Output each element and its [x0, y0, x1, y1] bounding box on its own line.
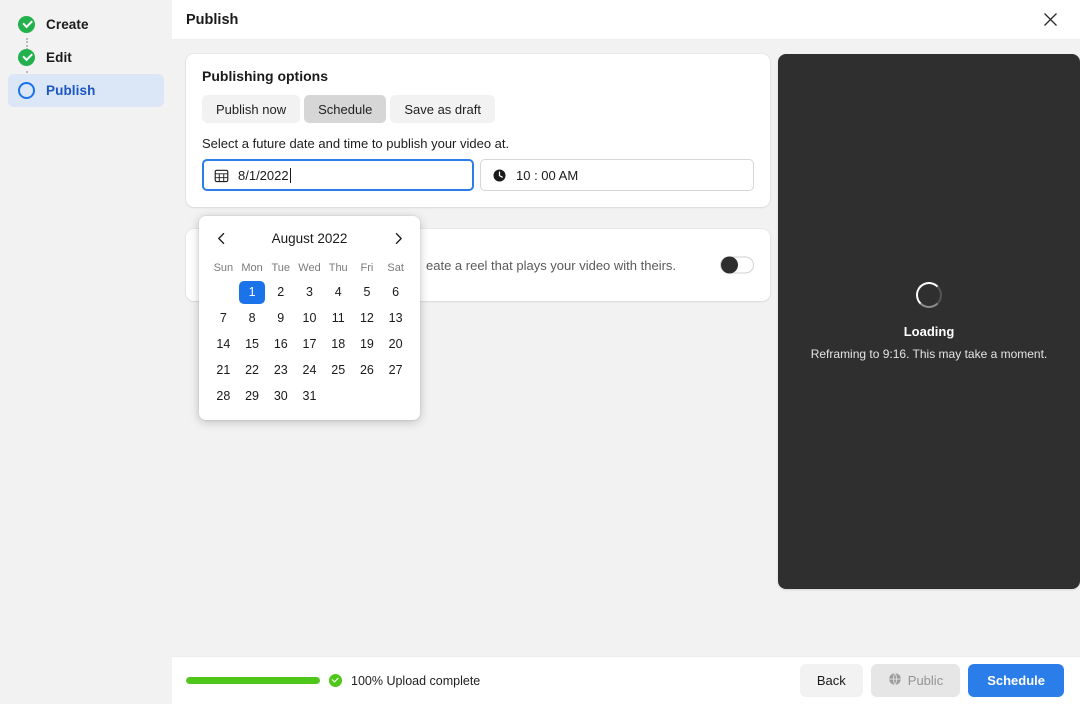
- calendar-weekday: Mon: [238, 258, 267, 278]
- video-preview: Loading Reframing to 9:16. This may take…: [778, 54, 1080, 589]
- date-value: 8/1/2022: [238, 168, 289, 183]
- loading-spinner-icon: [916, 282, 942, 308]
- date-picker-popup: August 2022 SunMonTueWedThuFriSat1234567…: [199, 216, 420, 420]
- check-circle-icon: [329, 674, 342, 687]
- calendar-day[interactable]: 11: [325, 307, 352, 330]
- sidebar-item-edit[interactable]: Edit: [8, 41, 164, 74]
- dialog-titlebar: Publish: [172, 0, 1080, 40]
- publish-dialog: Create Edit Publish Publish: [0, 0, 1080, 704]
- calendar-day[interactable]: 20: [382, 333, 409, 356]
- calendar-month-label: August 2022: [272, 231, 348, 246]
- chevron-left-icon[interactable]: [209, 226, 233, 250]
- upload-status-text: 100% Upload complete: [351, 674, 480, 688]
- calendar-day[interactable]: 27: [382, 359, 409, 382]
- calendar-day[interactable]: 14: [210, 333, 237, 356]
- calendar-day[interactable]: 30: [267, 385, 294, 408]
- calendar-day[interactable]: 2: [267, 281, 294, 304]
- upload-progress: 100% Upload complete: [186, 674, 480, 688]
- datetime-fields: 8/1/2022: [202, 159, 754, 191]
- publishing-options-card: Publishing options Publish now Schedule …: [186, 54, 770, 207]
- time-value: 10 : 00 AM: [516, 168, 578, 183]
- calendar-weekday: Sun: [209, 258, 238, 278]
- text-caret: [290, 168, 291, 183]
- toggle-knob: [721, 257, 738, 274]
- calendar-day[interactable]: 26: [354, 359, 381, 382]
- dialog-footer: 100% Upload complete Back Public Schedul…: [172, 656, 1080, 704]
- calendar-day[interactable]: 7: [210, 307, 237, 330]
- calendar-grid: SunMonTueWedThuFriSat1234567891011121314…: [209, 258, 410, 408]
- calendar-day[interactable]: 15: [239, 333, 266, 356]
- schedule-button[interactable]: Schedule: [304, 95, 386, 123]
- save-as-draft-button[interactable]: Save as draft: [390, 95, 495, 123]
- calendar-day[interactable]: 12: [354, 307, 381, 330]
- card-title: Publishing options: [202, 68, 754, 84]
- calendar-day[interactable]: 31: [296, 385, 323, 408]
- schedule-hint: Select a future date and time to publish…: [202, 136, 754, 151]
- calendar-day[interactable]: 25: [325, 359, 352, 382]
- reel-toggle[interactable]: [720, 257, 754, 274]
- calendar-day[interactable]: 18: [325, 333, 352, 356]
- calendar-day[interactable]: 3: [296, 281, 323, 304]
- visibility-label: Public: [908, 673, 943, 688]
- page-title: Publish: [186, 12, 238, 28]
- calendar-day[interactable]: 19: [354, 333, 381, 356]
- calendar-day[interactable]: 16: [267, 333, 294, 356]
- steps-sidebar: Create Edit Publish: [0, 0, 172, 704]
- calendar-day[interactable]: 8: [239, 307, 266, 330]
- visibility-button[interactable]: Public: [871, 664, 960, 697]
- loading-title: Loading: [904, 324, 955, 339]
- check-circle-icon: [18, 49, 35, 66]
- footer-actions: Back Public Schedule: [800, 664, 1064, 697]
- loading-subtitle: Reframing to 9:16. This may take a momen…: [811, 347, 1048, 361]
- calendar-day[interactable]: 10: [296, 307, 323, 330]
- sidebar-item-label: Create: [46, 17, 89, 32]
- calendar-weekday: Tue: [266, 258, 295, 278]
- calendar-day[interactable]: 17: [296, 333, 323, 356]
- calendar-icon: [214, 168, 229, 183]
- chevron-right-icon[interactable]: [386, 226, 410, 250]
- calendar-day[interactable]: 21: [210, 359, 237, 382]
- calendar-day[interactable]: 29: [239, 385, 266, 408]
- main-panel: Publish Publishing options Publish now S…: [172, 0, 1080, 704]
- calendar-weekday: Wed: [295, 258, 324, 278]
- date-input[interactable]: 8/1/2022: [202, 159, 474, 191]
- circle-outline-icon: [18, 82, 35, 99]
- calendar-day[interactable]: 23: [267, 359, 294, 382]
- calendar-day[interactable]: 28: [210, 385, 237, 408]
- calendar-day[interactable]: 4: [325, 281, 352, 304]
- progress-track: [186, 677, 320, 684]
- calendar-day[interactable]: 5: [354, 281, 381, 304]
- publish-now-button[interactable]: Publish now: [202, 95, 300, 123]
- back-button[interactable]: Back: [800, 664, 863, 697]
- sidebar-item-create[interactable]: Create: [8, 8, 164, 41]
- clock-icon: [492, 168, 507, 183]
- calendar-weekday: Thu: [324, 258, 353, 278]
- calendar-day-selected[interactable]: 1: [239, 281, 266, 304]
- sidebar-item-label: Publish: [46, 83, 95, 98]
- publishing-mode-group: Publish now Schedule Save as draft: [202, 95, 754, 123]
- globe-icon: [888, 672, 902, 689]
- progress-fill: [186, 677, 320, 684]
- schedule-submit-button[interactable]: Schedule: [968, 664, 1064, 697]
- calendar-weekday: Sat: [381, 258, 410, 278]
- sidebar-item-label: Edit: [46, 50, 72, 65]
- calendar-day[interactable]: 13: [382, 307, 409, 330]
- close-icon[interactable]: [1036, 6, 1064, 34]
- options-column: Publishing options Publish now Schedule …: [186, 54, 770, 656]
- check-circle-icon: [18, 16, 35, 33]
- calendar-day[interactable]: 9: [267, 307, 294, 330]
- calendar-day[interactable]: 22: [239, 359, 266, 382]
- calendar-weekday: Fri: [353, 258, 382, 278]
- calendar-day[interactable]: 24: [296, 359, 323, 382]
- calendar-day[interactable]: 6: [382, 281, 409, 304]
- calendar-header: August 2022: [209, 224, 410, 252]
- dialog-content: Publishing options Publish now Schedule …: [172, 40, 1080, 656]
- preview-column: Loading Reframing to 9:16. This may take…: [778, 54, 1080, 656]
- time-input[interactable]: 10 : 00 AM: [480, 159, 754, 191]
- sidebar-item-publish[interactable]: Publish: [8, 74, 164, 107]
